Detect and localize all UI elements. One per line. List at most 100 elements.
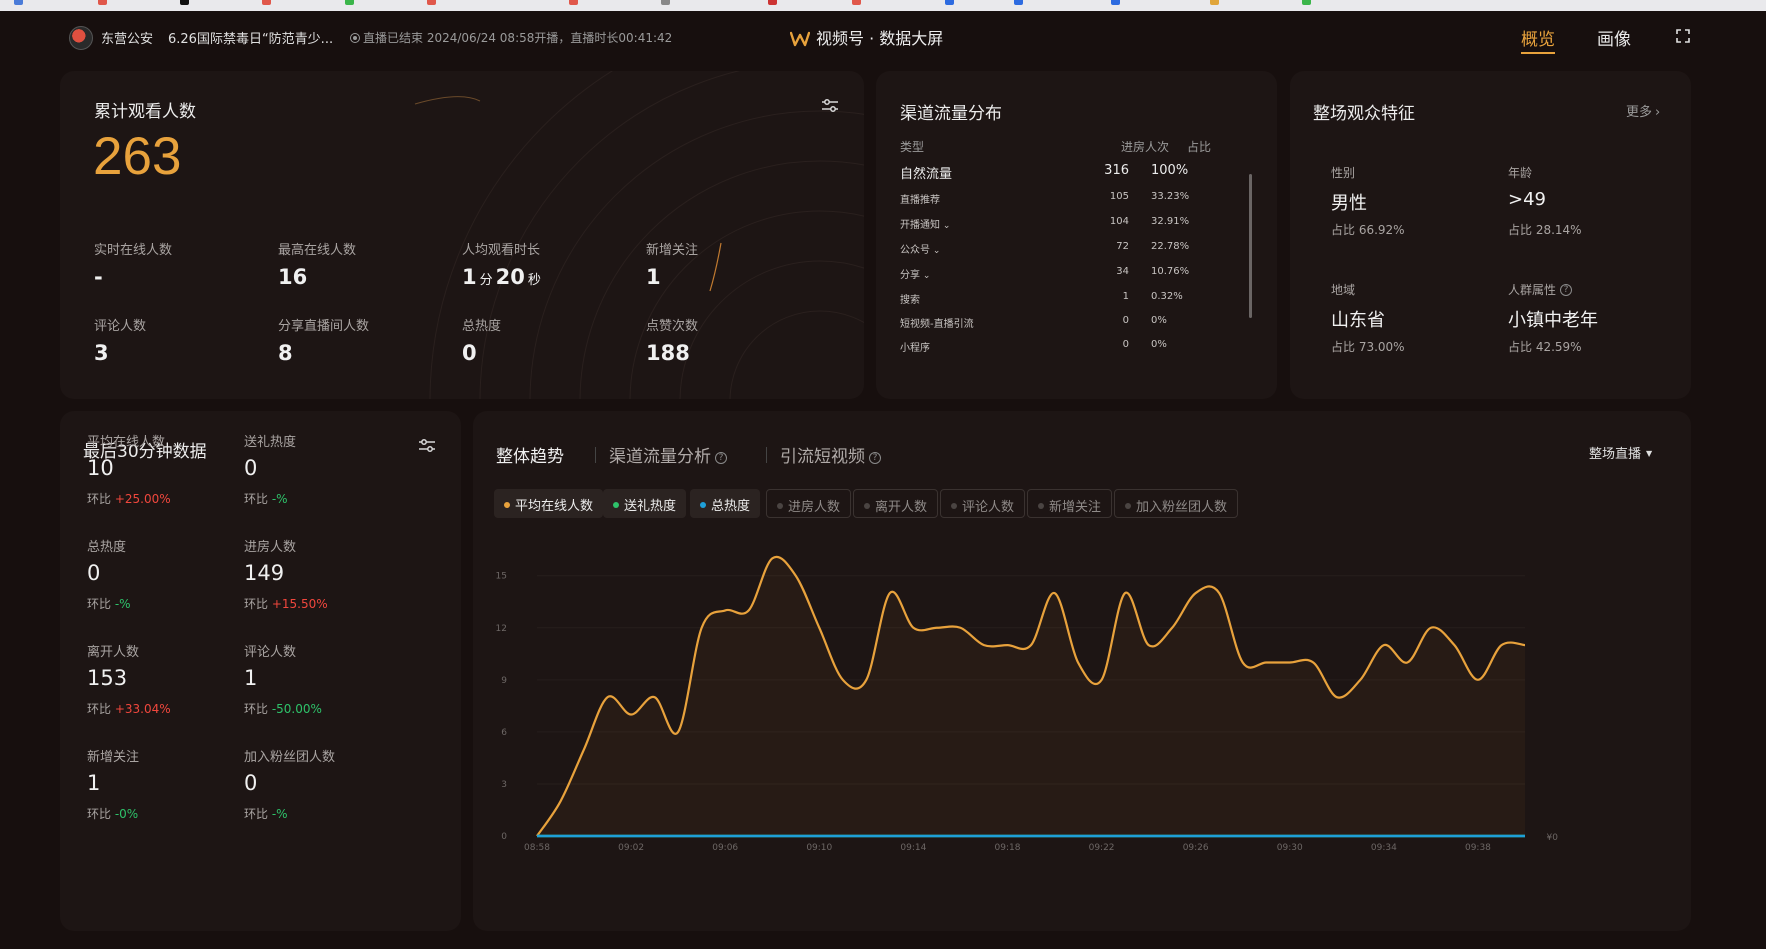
metric-value: 0 bbox=[462, 341, 477, 365]
channel-name: 直播推荐 bbox=[900, 195, 940, 206]
tab-portrait[interactable]: 画像 bbox=[1597, 25, 1631, 50]
channels-logo-icon bbox=[790, 31, 810, 47]
channel-count: 104 bbox=[1109, 216, 1129, 227]
channel-header-type: 类型 bbox=[900, 140, 925, 154]
tab-overview-underline bbox=[1521, 52, 1555, 54]
bookmark-item[interactable] bbox=[180, 0, 192, 10]
metric-label: 新增关注 bbox=[646, 243, 699, 258]
audience-title: 整场观众特征 bbox=[1313, 104, 1415, 124]
channel-name: 小程序 bbox=[900, 343, 930, 354]
bookmark-item[interactable] bbox=[1111, 0, 1123, 10]
compare-value: -0% bbox=[114, 807, 139, 821]
last30-label: 离开人数 bbox=[87, 645, 140, 660]
compare-value: +15.50% bbox=[271, 597, 328, 611]
dashboard-header: 东营公安 6.26国际禁毒日“防范青少... 直播已结束 2024/06/24 … bbox=[0, 11, 1766, 63]
metric-label: 评论人数 bbox=[94, 319, 147, 334]
compare-value: +33.04% bbox=[114, 702, 171, 716]
bookmark-item[interactable] bbox=[661, 0, 673, 10]
last30-label: 新增关注 bbox=[87, 750, 140, 765]
metric-label: 总热度 bbox=[462, 319, 502, 334]
chevron-right-icon: › bbox=[1655, 105, 1661, 120]
channel-row[interactable]: 公众号 ⌄ 72 22.78% bbox=[900, 241, 1205, 261]
help-icon[interactable]: ? bbox=[1560, 284, 1573, 296]
channel-row[interactable]: 开播通知 ⌄ 104 32.91% bbox=[900, 216, 1205, 236]
audience-more-link[interactable]: 更多 › bbox=[1626, 101, 1660, 120]
y-tick-label: 9 bbox=[501, 676, 507, 686]
metric-label: 分享直播间人数 bbox=[278, 319, 370, 334]
channel-share: 0.32% bbox=[1151, 291, 1183, 302]
chevron-down-icon[interactable]: ⌄ bbox=[930, 246, 941, 256]
avg-watch-duration: 1 分 20 秒 bbox=[462, 265, 544, 289]
channel-header-share: 占比 bbox=[1187, 140, 1212, 154]
compare-value: -% bbox=[271, 807, 288, 821]
last30-value: 0 bbox=[244, 456, 258, 480]
last30-compare: 环比 -0% bbox=[87, 805, 138, 822]
chevron-down-icon[interactable]: ⌄ bbox=[940, 221, 951, 231]
bookmark-item[interactable] bbox=[768, 0, 780, 10]
channel-share: 0% bbox=[1151, 315, 1167, 326]
channel-share: 33.23% bbox=[1151, 191, 1190, 202]
last30-compare: 环比 -% bbox=[87, 595, 131, 612]
last30-compare: 环比 +15.50% bbox=[244, 595, 328, 612]
audience-share: 占比 42.59% bbox=[1508, 340, 1582, 354]
channel-header-count: 进房人次 bbox=[1121, 140, 1170, 154]
last30-value: 153 bbox=[87, 666, 128, 690]
channel-name: 分享 ⌄ bbox=[900, 270, 931, 281]
compare-label: 环比 bbox=[87, 807, 115, 821]
bookmark-item[interactable] bbox=[14, 0, 26, 10]
metric-value: 16 bbox=[278, 265, 308, 289]
chevron-down-icon[interactable]: ⌄ bbox=[920, 271, 931, 281]
duration-minutes: 1 bbox=[462, 265, 477, 289]
last30-compare: 环比 +25.00% bbox=[87, 490, 171, 507]
channel-row: 短视频-直播引流 0 0% bbox=[900, 315, 1205, 335]
channel-row: 搜索 1 0.32% bbox=[900, 291, 1205, 311]
bookmark-item[interactable] bbox=[1302, 0, 1314, 10]
sliders-icon[interactable] bbox=[417, 437, 437, 455]
bookmark-item[interactable] bbox=[345, 0, 357, 10]
compare-value: -% bbox=[271, 492, 288, 506]
bookmark-item[interactable] bbox=[262, 0, 274, 10]
last30-label: 平均在线人数 bbox=[87, 435, 166, 450]
bookmark-item[interactable] bbox=[98, 0, 110, 10]
audience-value: 男性 bbox=[1331, 193, 1367, 214]
tab-overview[interactable]: 概览 bbox=[1521, 25, 1555, 50]
trend-card: 整体趋势 渠道流量分析? 引流短视频? 整场直播 ▼ 平均在线人数 送礼热度 总热度进… bbox=[473, 411, 1691, 931]
audience-label: 人群属性 bbox=[1508, 283, 1557, 297]
audience-label-crowd: 人群属性? bbox=[1508, 281, 1573, 298]
trend-line-chart: 0 3 6 9 12 15 08:58 09:02 09:06 09:10 09:14 09:18 09… bbox=[496, 555, 1558, 853]
anchor-name: 东营公安 bbox=[101, 32, 154, 47]
duration-seconds-unit: 秒 bbox=[527, 273, 541, 288]
channel-row: 自然流量 316 100% bbox=[900, 163, 1205, 183]
audience-share: 占比 28.14% bbox=[1508, 223, 1582, 237]
channel-card: 渠道流量分布 类型 进房人次 占比 自然流量 316 100% 直播推荐 105 33.2… bbox=[876, 71, 1277, 399]
bookmark-item[interactable] bbox=[1014, 0, 1026, 10]
x-tick-label: 09:14 bbox=[900, 843, 926, 853]
channel-row[interactable]: 分享 ⌄ 34 10.76% bbox=[900, 266, 1205, 286]
channel-count: 1 bbox=[1122, 291, 1129, 302]
last30-label: 评论人数 bbox=[244, 645, 297, 660]
audience-share: 占比 73.00% bbox=[1331, 340, 1405, 354]
channel-count: 72 bbox=[1116, 241, 1129, 252]
y-tick-label: 0 bbox=[501, 832, 507, 842]
audience-label: 地域 bbox=[1331, 283, 1356, 297]
sliders-icon[interactable] bbox=[820, 97, 840, 115]
live-status-icon bbox=[350, 33, 360, 43]
bookmark-item[interactable] bbox=[945, 0, 957, 10]
compare-label: 环比 bbox=[244, 702, 272, 716]
bookmark-item[interactable] bbox=[427, 0, 439, 10]
bookmark-item[interactable] bbox=[1210, 0, 1222, 10]
metric-label: 最高在线人数 bbox=[278, 243, 357, 258]
audience-label: 性别 bbox=[1331, 166, 1356, 180]
last30-label: 送礼热度 bbox=[244, 435, 297, 450]
channel-name: 搜索 bbox=[900, 295, 920, 306]
channel-count: 316 bbox=[1104, 163, 1129, 178]
channel-count: 34 bbox=[1116, 266, 1129, 277]
fullscreen-icon[interactable] bbox=[1676, 29, 1690, 43]
metric-value: 8 bbox=[278, 341, 293, 365]
compare-label: 环比 bbox=[87, 597, 115, 611]
channel-name: 公众号 ⌄ bbox=[900, 245, 941, 256]
audience-value: 山东省 bbox=[1331, 310, 1385, 331]
bookmark-item[interactable] bbox=[569, 0, 581, 10]
bookmark-item[interactable] bbox=[852, 0, 864, 10]
channel-scrollbar[interactable] bbox=[1249, 174, 1252, 318]
